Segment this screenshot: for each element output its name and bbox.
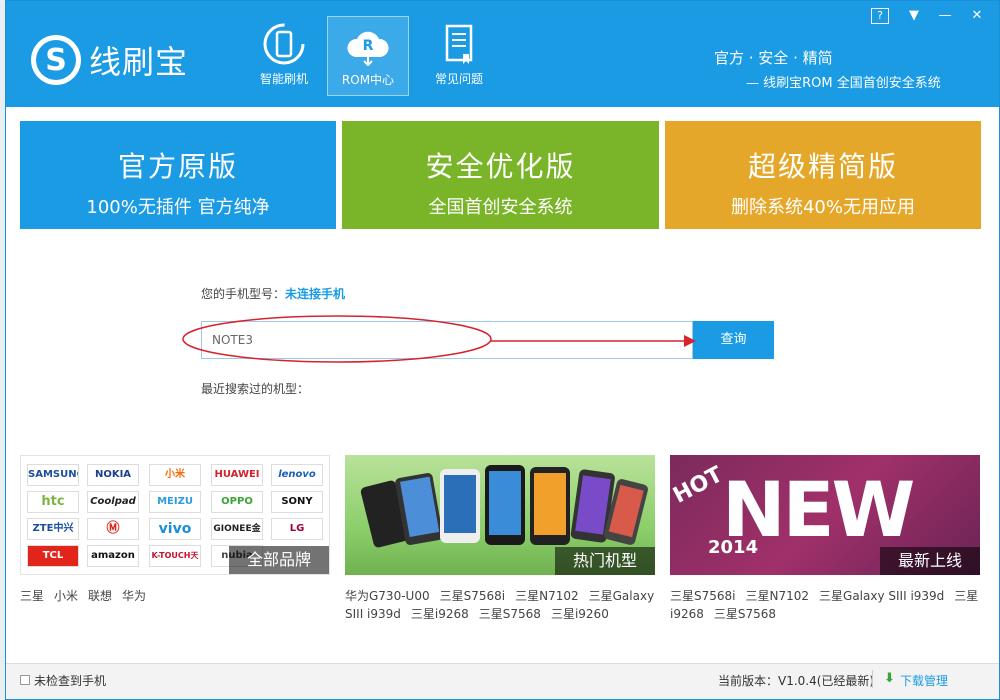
phone-status-text: 未检查到手机 [34,674,107,688]
link[interactable]: 三星i9268 [411,607,469,621]
nav-smart-flash[interactable]: 智能刷机 [243,16,325,96]
phone-label-text: 您的手机型号： [201,287,286,301]
phone-status: 未连接手机 [285,287,346,301]
banner-official[interactable]: 官方原版 100%无插件 官方纯净 [20,121,336,229]
link[interactable]: 三星S7568i [670,589,736,603]
newest-links: 三星S7568i 三星N7102 三星Galaxy SIII i939d 三星i926… [670,587,980,623]
banner-subtitle: 全国首创安全系统 [428,197,573,218]
link[interactable]: 三星i9260 [551,607,609,621]
link[interactable]: 三星N7102 [515,589,579,603]
brand-logo[interactable]: SAMSUNG [27,464,79,486]
link[interactable]: 三星N7102 [746,589,810,603]
phone-status-icon [20,675,30,685]
year-text: 2014 [708,537,759,558]
link[interactable]: 三星S7568 [714,607,776,621]
link[interactable]: 联想 [88,589,112,603]
brand-logo[interactable]: Ⓜ [87,518,139,540]
help-button[interactable]: ? [871,8,889,24]
link[interactable]: 华为G730-U00 [345,589,430,603]
brand-logo[interactable]: ZTE中兴 [27,518,79,540]
banner-subtitle: 删除系统40%无用应用 [730,197,915,218]
divider [872,670,873,688]
nav-label: ROM中心 [341,73,395,87]
hot-text: HOT [670,462,727,509]
brand-logo[interactable]: vivo [149,518,201,540]
banner-optimized[interactable]: 安全优化版 全国首创安全系统 [342,121,659,229]
link[interactable]: 三星S7568 [479,607,541,621]
rom-center-content: 官方原版 100%无插件 官方纯净 安全优化版 全国首创安全系统 超级精简版 删… [6,107,999,663]
phone-model-label: 您的手机型号：未连接手机 [201,285,345,302]
tile-caption: 最新上线 [880,547,980,575]
brand-logo[interactable]: GIONEE金立 [211,518,263,540]
hot-model-links: 华为G730-U00 三星S7568i 三星N7102 三星Galaxy SIII i… [345,587,655,623]
banner-title: 官方原版 [117,150,238,183]
banner-title: 安全优化版 [425,150,576,183]
brand-links: 三星 小米 联想 华为 [20,587,330,605]
brand-logo[interactable]: MEIZU [149,491,201,513]
menu-button[interactable]: ▼ [905,8,923,24]
nav-faq[interactable]: 常见问题 [418,16,500,96]
brand-logo[interactable]: HUAWEI [211,464,263,486]
brand-logo[interactable]: lenovo [271,464,323,486]
link[interactable]: 三星S7568i [440,589,506,603]
banner-subtitle: 100%无插件 官方纯净 [86,197,270,218]
recent-searches-label: 最近搜索过的机型： [201,382,310,396]
svg-text:R: R [363,38,374,54]
brand-logo[interactable]: SONY [271,491,323,513]
annotation-arrow [182,315,696,363]
tile-caption: 热门机型 [555,547,655,575]
rom-cloud-icon: R [347,31,389,67]
link[interactable]: 小米 [54,589,78,603]
brand-logo[interactable]: K-TOUCH天语 [149,545,201,567]
header-bar: S 线刷宝 智能刷机 R ROM中心 常见问题 ? ▼ — ✕ 官方 · 安全 … [6,1,999,107]
tile-caption: 全部品牌 [229,546,329,574]
close-button[interactable]: ✕ [968,8,986,24]
minimize-button[interactable]: — [936,8,954,24]
main-window: S 线刷宝 智能刷机 R ROM中心 常见问题 ? ▼ — ✕ 官方 · 安全 … [5,0,1000,700]
header-subtagline: — 线刷宝ROM 全国首创安全系统 [746,76,941,91]
download-icon: ⬇ [884,671,895,686]
tile-hot-models[interactable]: 热门机型 [345,455,655,575]
search-button[interactable]: 查询 [693,321,774,359]
app-title: 线刷宝 [89,43,189,81]
link[interactable]: 三星 [20,589,44,603]
tile-newest[interactable]: HOT NEW 2014 最新上线 [670,455,980,575]
nav-label: 智能刷机 [259,72,308,86]
nav-rom-center[interactable]: R ROM中心 [327,16,409,96]
tile-all-brands[interactable]: SAMSUNG NOKIA 小米 HUAWEI lenovo htc Coolp… [20,455,330,575]
version-text: 当前版本：V1.0.4(已经最新) [718,674,875,688]
brand-logo[interactable]: NOKIA [87,464,139,486]
app-logo-icon: S [31,35,81,85]
brand-logo[interactable]: 小米 [149,464,201,486]
banner-title: 超级精简版 [747,150,898,183]
link[interactable]: 华为 [122,589,146,603]
header-tagline: 官方 · 安全 · 精简 [714,49,833,67]
brand-logo[interactable]: htc [27,491,79,513]
brand-logo[interactable]: OPPO [211,491,263,513]
phone-refresh-icon [263,23,305,65]
download-manager-link[interactable]: 下载管理 [900,672,948,689]
status-bar: 未检查到手机 当前版本：V1.0.4(已经最新) ⬇ 下载管理 [6,663,999,699]
brand-logo[interactable]: amazon [87,545,139,567]
nav-label: 常见问题 [434,72,483,86]
brand-logo[interactable]: TCL [27,545,79,567]
brand-logo[interactable]: Coolpad [87,491,139,513]
banner-lite[interactable]: 超级精简版 删除系统40%无用应用 [665,121,981,229]
faq-book-icon [445,24,473,64]
link[interactable]: 三星Galaxy SIII i939d [819,589,944,603]
brand-logo[interactable]: LG [271,518,323,540]
